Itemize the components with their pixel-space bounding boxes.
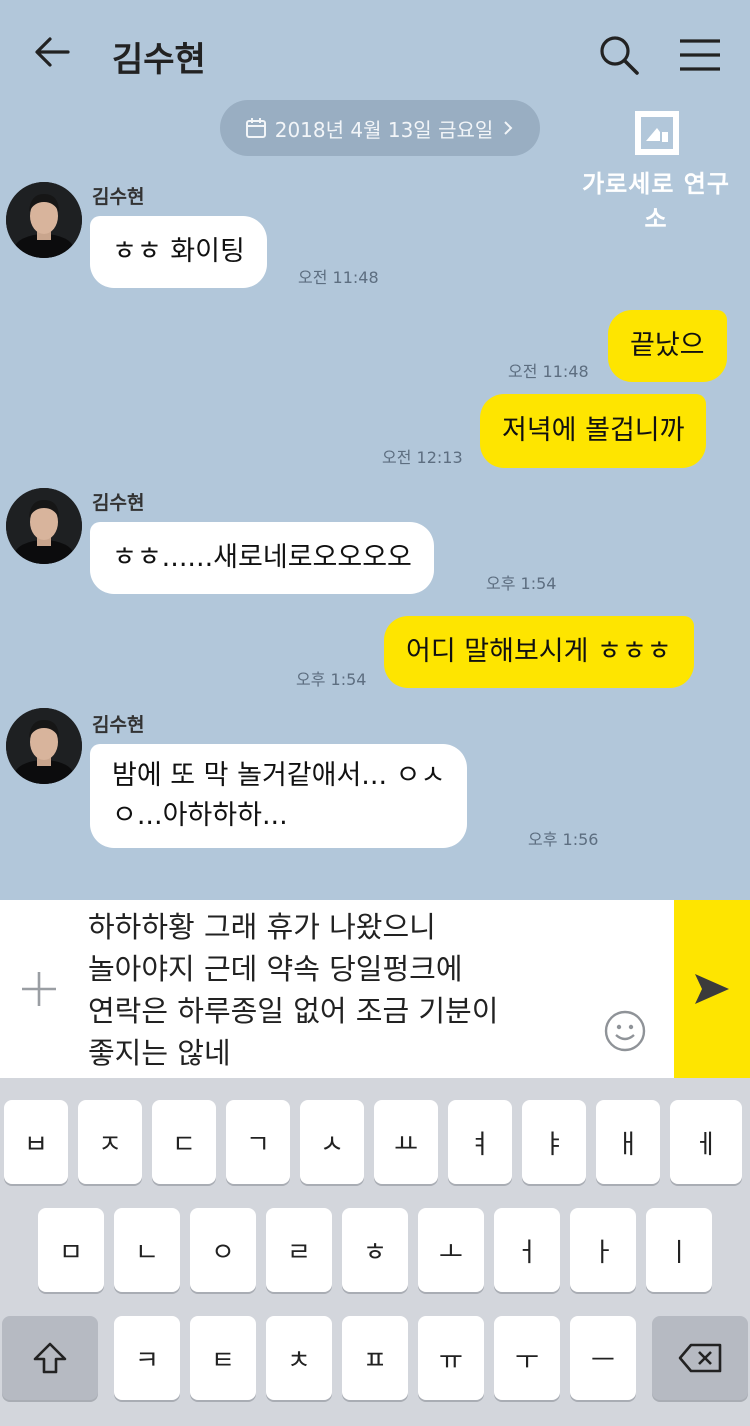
message-time: 오후 1:56 — [528, 830, 599, 849]
chat-header: 김수현 — [0, 0, 750, 110]
key[interactable]: ㅎ — [342, 1208, 408, 1292]
message-line: 밤에 또 막 놀거같애서... ㅇㅅ — [112, 760, 446, 791]
key[interactable]: ㅜ — [494, 1316, 560, 1400]
key[interactable]: ㅁ — [38, 1208, 104, 1292]
message-bubble-outgoing[interactable]: 끝났으 — [608, 310, 727, 382]
hamburger-menu-icon[interactable] — [676, 34, 724, 76]
message-line: ㅇ...아하하하... — [112, 800, 288, 831]
key[interactable]: ㅛ — [374, 1100, 438, 1184]
watermark-text: 가로세로 연구소 — [582, 170, 730, 233]
chevron-right-icon — [504, 121, 513, 135]
backspace-key[interactable] — [652, 1316, 748, 1400]
arrow-left-icon[interactable] — [30, 30, 74, 74]
key[interactable]: ㅔ — [670, 1100, 742, 1184]
avatar[interactable] — [6, 182, 82, 258]
message-time: 오전 11:48 — [508, 362, 589, 381]
sender-name: 김수현 — [92, 714, 145, 736]
avatar[interactable] — [6, 488, 82, 564]
key[interactable]: ㅠ — [418, 1316, 484, 1400]
sender-name: 김수현 — [92, 186, 145, 208]
send-icon — [695, 974, 729, 1004]
key[interactable]: ㅕ — [448, 1100, 512, 1184]
message-time: 오후 1:54 — [296, 670, 367, 689]
date-label: 2018년 4월 13일 금요일 — [274, 117, 494, 142]
input-line: 하하하황 그래 휴가 나왔으니 — [88, 910, 436, 944]
key[interactable]: ㄹ — [266, 1208, 332, 1292]
message-bubble-incoming[interactable]: ㅎㅎ 화이팅 — [90, 216, 267, 288]
sender-name: 김수현 — [92, 492, 145, 514]
plus-icon[interactable] — [16, 966, 62, 1012]
message-bubble-incoming[interactable]: ㅎㅎ......새로네로오오오오 — [90, 522, 434, 594]
key[interactable]: ㄱ — [226, 1100, 290, 1184]
send-button[interactable] — [674, 900, 750, 1078]
key[interactable]: ㄷ — [152, 1100, 216, 1184]
search-icon[interactable] — [596, 32, 642, 78]
key[interactable]: ㅂ — [4, 1100, 68, 1184]
key[interactable]: ㄴ — [114, 1208, 180, 1292]
key[interactable]: ㅍ — [342, 1316, 408, 1400]
message-bubble-outgoing[interactable]: 어디 말해보시게 ㅎㅎㅎ — [384, 616, 694, 688]
message-bubble-outgoing[interactable]: 저녁에 볼겁니까 — [480, 394, 707, 468]
calendar-icon — [245, 118, 266, 138]
avatar[interactable] — [6, 708, 82, 784]
key[interactable]: ㅑ — [522, 1100, 586, 1184]
input-line: 연락은 하루종일 없어 조금 기분이 — [88, 994, 499, 1028]
backspace-icon — [678, 1343, 722, 1373]
key[interactable]: ㅣ — [646, 1208, 712, 1292]
watermark: 가로세로 연구소 — [576, 108, 736, 233]
key[interactable]: ㅓ — [494, 1208, 560, 1292]
key[interactable]: ㅅ — [300, 1100, 364, 1184]
smiley-icon[interactable] — [602, 1008, 648, 1054]
chat-title: 김수현 — [112, 40, 206, 80]
message-bubble-incoming[interactable]: 밤에 또 막 놀거같애서... ㅇㅅ ㅇ...아하하하... — [90, 744, 468, 848]
key[interactable]: ㅊ — [266, 1316, 332, 1400]
keyboard: ㅂ ㅈ ㄷ ㄱ ㅅ ㅛ ㅕ ㅑ ㅐ ㅔ ㅁ ㄴ ㅇ ㄹ ㅎ ㅗ ㅓ ㅏ ㅣ ㅋ … — [0, 1078, 750, 1426]
input-line: 놀아야지 근데 약속 당일펑크에 — [88, 952, 463, 986]
message-input[interactable]: 하하하황 그래 휴가 나왔으니 놀아야지 근데 약속 당일펑크에 연락은 하루종… — [88, 906, 588, 1074]
key[interactable]: ㅏ — [570, 1208, 636, 1292]
key[interactable]: ㅡ — [570, 1316, 636, 1400]
key[interactable]: ㅐ — [596, 1100, 660, 1184]
message-time: 오전 12:13 — [382, 448, 463, 467]
key[interactable]: ㅈ — [78, 1100, 142, 1184]
input-line: 좋지는 않네 — [88, 1036, 231, 1070]
key[interactable]: ㅗ — [418, 1208, 484, 1292]
date-divider[interactable]: 2018년 4월 13일 금요일 — [220, 100, 540, 156]
key[interactable]: ㅋ — [114, 1316, 180, 1400]
key[interactable]: ㅇ — [190, 1208, 256, 1292]
watermark-logo-icon — [635, 111, 679, 155]
message-time: 오전 11:48 — [298, 268, 379, 287]
key[interactable]: ㅌ — [190, 1316, 256, 1400]
shift-key[interactable] — [2, 1316, 98, 1400]
shift-icon — [33, 1342, 67, 1374]
message-time: 오후 1:54 — [486, 574, 557, 593]
